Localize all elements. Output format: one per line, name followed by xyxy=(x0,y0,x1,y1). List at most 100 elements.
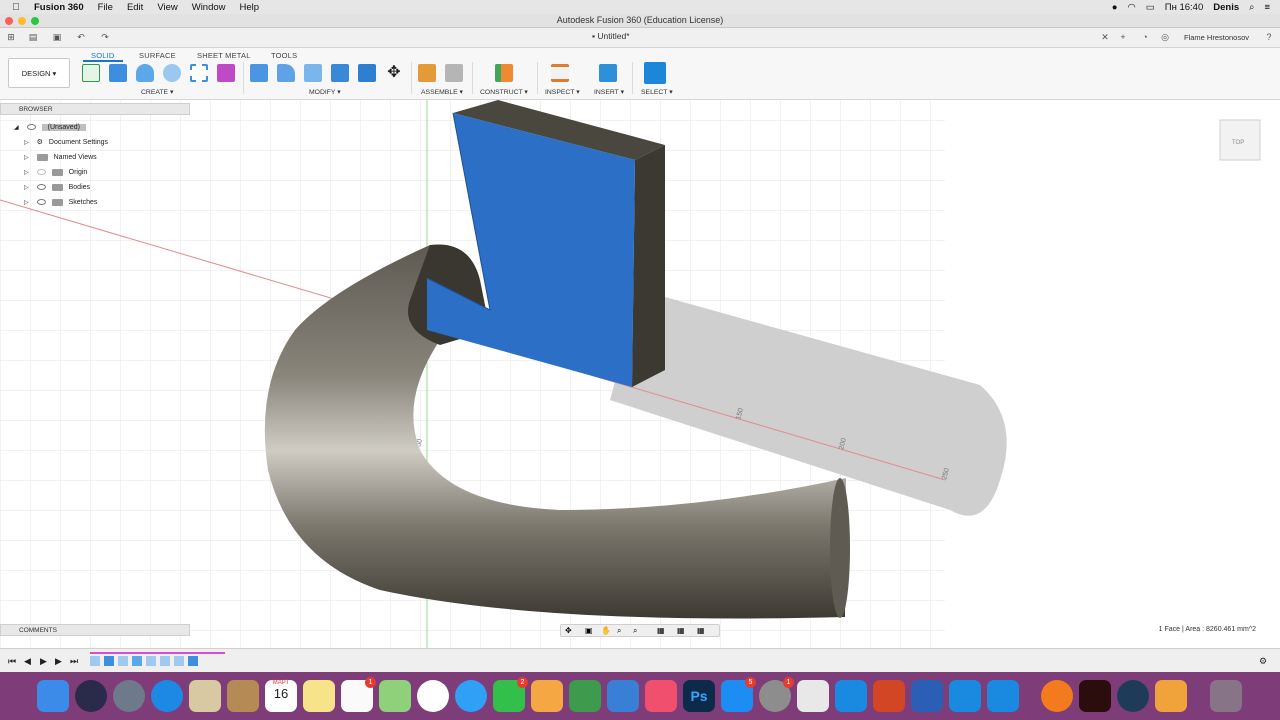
roblox-icon[interactable] xyxy=(797,680,829,712)
fit-icon[interactable]: ⌕ xyxy=(633,626,637,636)
search-icon[interactable]: ⌕ xyxy=(1249,2,1254,13)
close-tab-icon[interactable]: ✕ xyxy=(1100,32,1110,42)
undo-icon[interactable]: ↶ xyxy=(76,32,86,42)
browser-root[interactable]: ◢ (Unsaved) xyxy=(14,120,86,134)
grid-menu-icon[interactable]: ⊞ xyxy=(6,32,16,42)
pipe-end-face[interactable] xyxy=(830,478,850,618)
contacts-icon[interactable] xyxy=(227,680,259,712)
timeline-sketch-icon[interactable] xyxy=(118,656,128,666)
timeline-settings-icon[interactable]: ⚙ xyxy=(1259,656,1267,667)
display-settings-icon[interactable]: ▦ xyxy=(657,626,665,635)
form-icon[interactable] xyxy=(217,64,235,82)
launchpad-icon[interactable] xyxy=(113,680,145,712)
timeline-play-icon[interactable]: ▶ xyxy=(40,656,47,667)
notes-icon[interactable] xyxy=(303,680,335,712)
revolve-icon[interactable] xyxy=(136,64,154,82)
pattern-icon[interactable] xyxy=(190,64,208,82)
menu-window[interactable]: Window xyxy=(192,2,226,13)
browser-item-named-views[interactable]: ▷ Named Views xyxy=(24,150,97,164)
timeline-end-icon[interactable]: ⏭ xyxy=(70,656,78,667)
music-icon[interactable] xyxy=(645,680,677,712)
canvas-viewport[interactable]: 50 150 200 250 TOP xyxy=(0,100,1280,648)
timeline-start-icon[interactable]: ⏮ xyxy=(8,656,16,667)
browser-item-document-settings[interactable]: ▷ ⚙ Document Settings xyxy=(24,135,108,149)
navigation-toolbar[interactable]: ✥ ▣ ✋ ⌕ ⌕ ▦ ▦ ▦ xyxy=(560,624,720,637)
menu-app-name[interactable]: Fusion 360 xyxy=(34,2,84,13)
word-icon[interactable] xyxy=(911,680,943,712)
browser-item-origin[interactable]: ▷ Origin xyxy=(24,165,87,179)
workspace-switcher[interactable]: DESIGN ▾ xyxy=(8,58,70,88)
menu-edit[interactable]: Edit xyxy=(127,2,143,13)
calendar-icon[interactable]: МАРТ 16 xyxy=(265,680,297,712)
visibility-icon[interactable] xyxy=(36,199,46,205)
notifications-icon[interactable]: ◎ xyxy=(1160,32,1170,42)
move-icon[interactable]: ✥ xyxy=(385,64,403,82)
timeline-extrude-icon[interactable] xyxy=(188,656,198,666)
visibility-icon[interactable] xyxy=(36,184,46,190)
pan-icon[interactable]: ✋ xyxy=(601,626,611,635)
viewports-icon[interactable]: ▦ xyxy=(697,626,705,635)
firefox-icon[interactable] xyxy=(1041,680,1073,712)
siri-icon[interactable] xyxy=(75,680,107,712)
apple-icon[interactable]:  xyxy=(10,2,22,13)
look-at-icon[interactable]: ▣ xyxy=(585,626,593,635)
visibility-icon[interactable] xyxy=(36,169,46,175)
press-pull-icon[interactable] xyxy=(250,64,268,82)
save-icon[interactable]: ▣ xyxy=(52,32,62,42)
safari-icon[interactable] xyxy=(151,680,183,712)
joint-icon[interactable] xyxy=(445,64,463,82)
control-center-icon[interactable]: ≡ xyxy=(1264,2,1270,13)
file-menu-icon[interactable]: ▤ xyxy=(28,32,38,42)
facetime-icon[interactable]: 2 xyxy=(493,677,528,712)
insert-image-icon[interactable] xyxy=(599,64,617,82)
xcode-icon[interactable] xyxy=(835,680,867,712)
photos-icon[interactable] xyxy=(417,680,449,712)
flash-icon[interactable] xyxy=(1079,680,1111,712)
redo-icon[interactable]: ↷ xyxy=(100,32,110,42)
wifi-icon[interactable]: ◠ xyxy=(1127,2,1135,13)
expand-icon[interactable]: ▷ xyxy=(24,139,29,146)
insert-menu[interactable]: INSERT ▾ xyxy=(594,88,624,96)
numbers-icon[interactable] xyxy=(569,680,601,712)
expand-icon[interactable]: ▷ xyxy=(24,169,29,176)
system-preferences-icon[interactable]: 1 xyxy=(759,677,794,712)
document-tab[interactable]: ▪ Untitled* xyxy=(592,31,630,41)
browser-item-sketches[interactable]: ▷ Sketches xyxy=(24,195,97,209)
menu-view[interactable]: View xyxy=(157,2,177,13)
help-icon[interactable]: ? xyxy=(1264,32,1274,42)
modify-menu[interactable]: MODIFY ▾ xyxy=(309,88,341,96)
tab-tools[interactable]: TOOLS xyxy=(271,51,297,60)
orbit-icon[interactable]: ✥ xyxy=(565,626,572,635)
browser-item-bodies[interactable]: ▷ Bodies xyxy=(24,180,90,194)
new-component-icon[interactable] xyxy=(418,64,436,82)
timeline-sketch-icon[interactable] xyxy=(174,656,184,666)
collapse-icon[interactable]: ◢ xyxy=(14,124,19,131)
timeline-features[interactable] xyxy=(90,652,225,668)
grid-settings-icon[interactable]: ▦ xyxy=(677,626,685,635)
messages-icon[interactable] xyxy=(455,680,487,712)
keynote-icon[interactable] xyxy=(607,680,639,712)
clock[interactable]: Пн 16:40 xyxy=(1165,2,1204,13)
tab-surface[interactable]: SURFACE xyxy=(139,51,176,60)
menu-help[interactable]: Help xyxy=(240,2,260,13)
browser-header[interactable]: BROWSER xyxy=(0,103,190,115)
new-tab-icon[interactable]: + xyxy=(1118,32,1128,42)
fusion-360-icon[interactable] xyxy=(1155,680,1187,712)
preview-icon[interactable] xyxy=(189,680,221,712)
timeline-sketch-icon[interactable] xyxy=(146,656,156,666)
record-icon[interactable]: ● xyxy=(1112,2,1118,13)
extrude-icon[interactable] xyxy=(109,64,127,82)
finder-icon[interactable] xyxy=(37,680,69,712)
model-canvas[interactable]: 50 150 200 250 TOP xyxy=(0,100,1280,648)
create-sketch-icon[interactable] xyxy=(82,64,100,82)
timeline-prev-icon[interactable]: ◀ xyxy=(24,656,31,667)
menu-file[interactable]: File xyxy=(98,2,113,13)
zoom-icon[interactable]: ⌕ xyxy=(617,626,621,636)
battery-icon[interactable]: ▭ xyxy=(1146,2,1155,13)
comments-panel[interactable]: COMMENTS xyxy=(0,624,190,636)
timeline-sketch-icon[interactable] xyxy=(160,656,170,666)
select-menu[interactable]: SELECT ▾ xyxy=(641,88,673,96)
powerpoint-icon[interactable] xyxy=(873,680,905,712)
inspect-menu[interactable]: INSPECT ▾ xyxy=(545,88,580,96)
user-name[interactable]: Denis xyxy=(1213,2,1239,13)
